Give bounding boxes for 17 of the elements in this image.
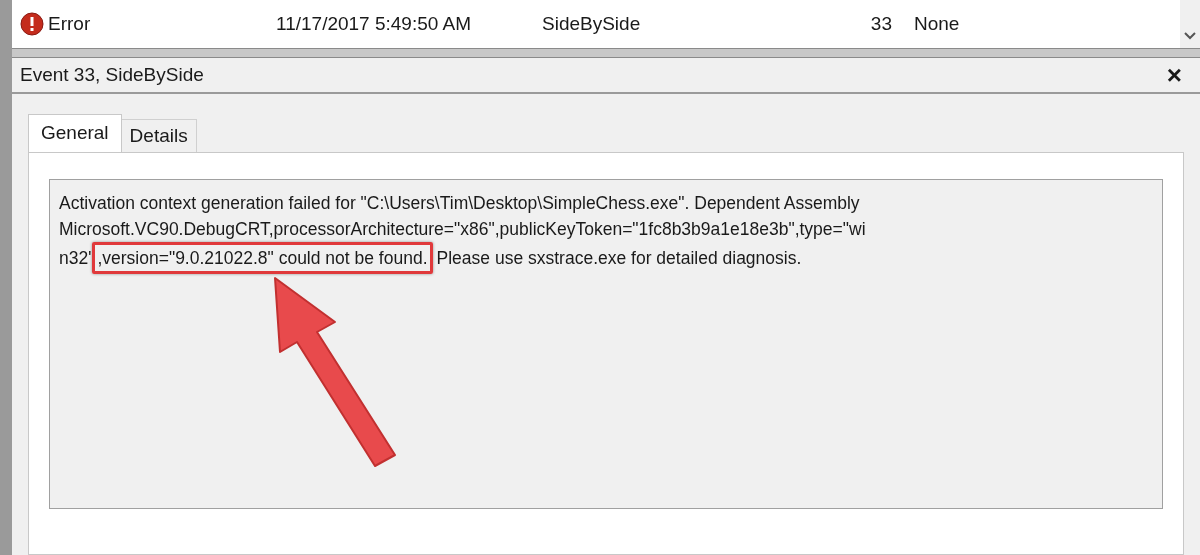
- task-category-cell-text: None: [914, 11, 960, 36]
- chevron-down-icon[interactable]: [1184, 32, 1196, 40]
- date-cell-text: 11/17/2017 5:49:50 AM: [276, 11, 473, 36]
- description-text: Please use sxstrace.exe for detailed diagnosis.: [436, 247, 802, 270]
- scrollbar[interactable]: [1180, 0, 1200, 48]
- highlight-box: ,version="9.0.21022.8" could not be found.: [92, 242, 433, 274]
- tab[interactable]: Details: [121, 119, 197, 152]
- description-field[interactable]: [49, 179, 1163, 509]
- level-cell-text: Error: [48, 11, 92, 36]
- event-id-cell-text: 33: [869, 11, 892, 36]
- error-icon: [20, 12, 44, 36]
- tab[interactable]: General: [28, 114, 122, 152]
- close-button[interactable]: ×: [1166, 62, 1182, 88]
- source-cell-text: SideBySide: [542, 11, 642, 36]
- description-text: Microsoft.VC90.DebugCRT,processorArchitecture="x86",publicKeyToken="1fc8b3b9a1e18e3b",type="wi: [59, 218, 866, 241]
- panel-title: Event 33, SideBySide: [20, 62, 204, 87]
- description-text: Activation context generation failed for "C:\Users\Tim\Desktop\SimpleChess.exe". Dependent Assembly: [59, 192, 860, 215]
